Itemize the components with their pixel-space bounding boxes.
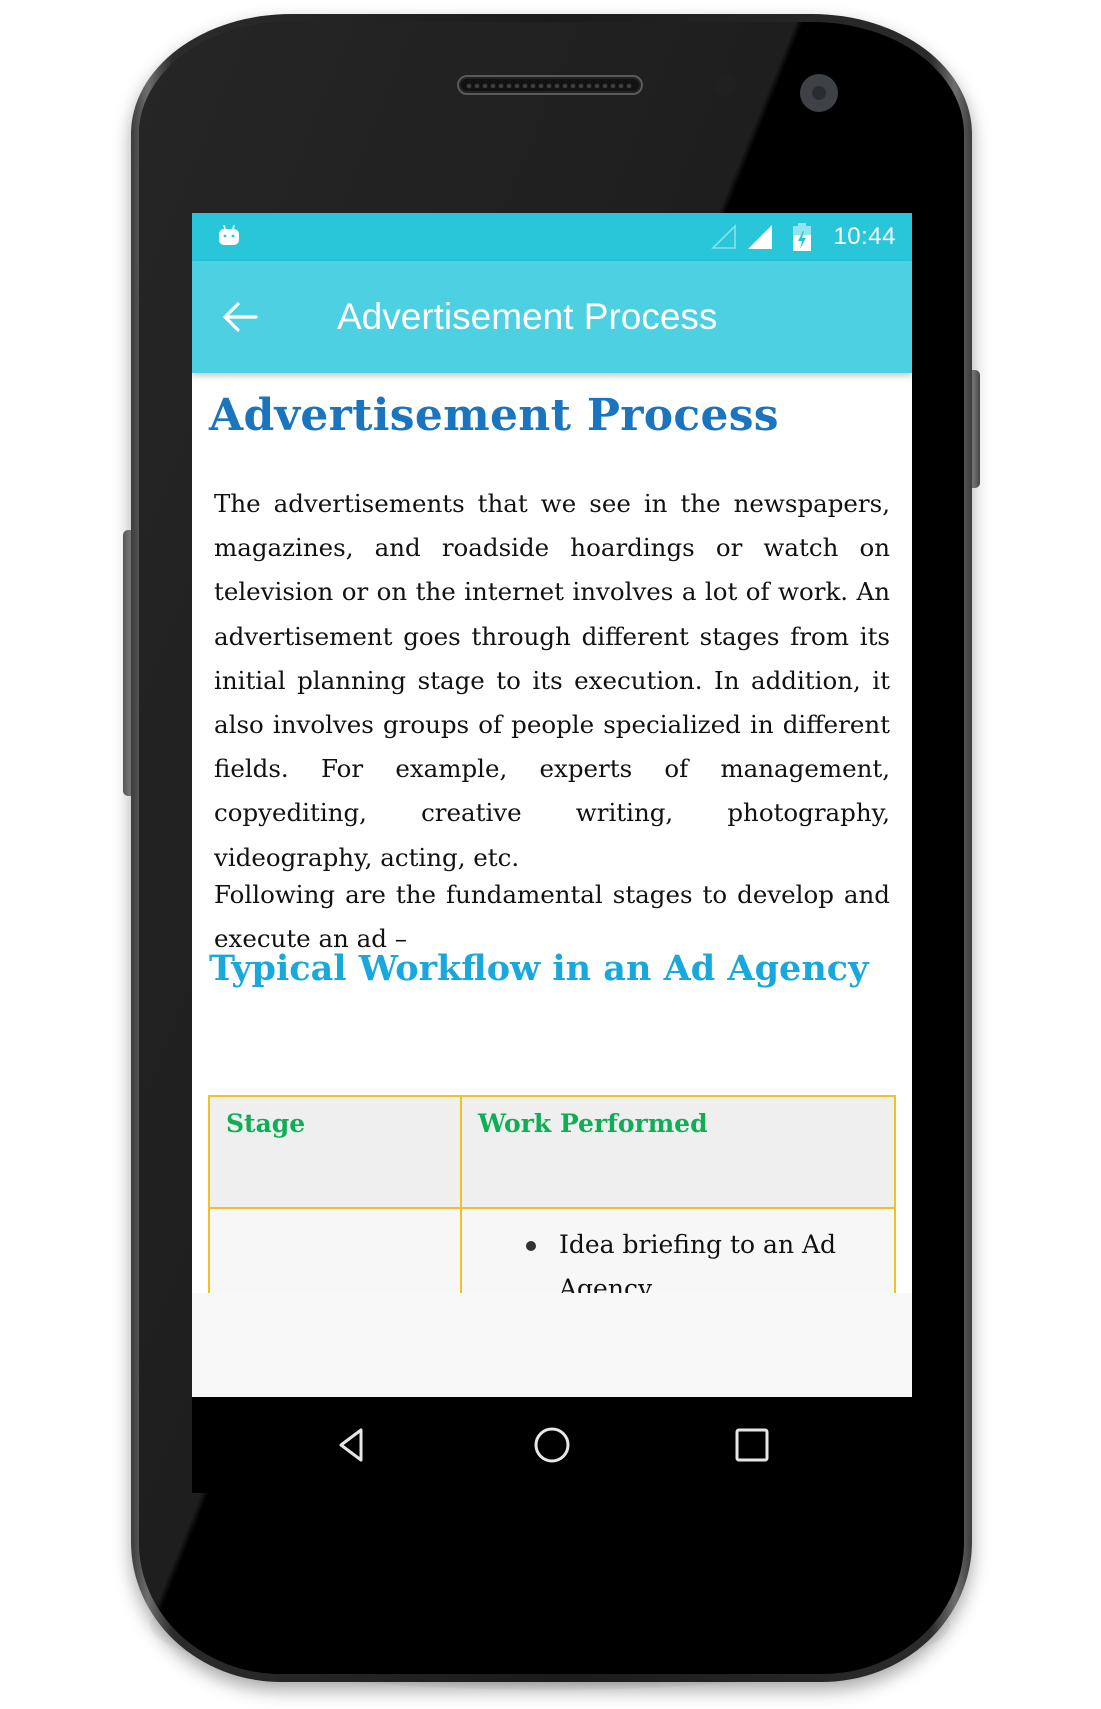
status-time: 10:44	[833, 223, 896, 250]
table-header-work: Work Performed	[460, 1095, 896, 1209]
signal-empty-icon	[711, 224, 737, 249]
android-debug-icon	[219, 225, 239, 245]
list-item: Idea briefing to an Ad Agency	[526, 1223, 878, 1293]
navigation-bar	[192, 1397, 912, 1493]
battery-charging-icon	[793, 223, 812, 251]
toolbar-title: Advertisement Process	[337, 296, 718, 337]
nav-recents-icon[interactable]	[732, 1425, 772, 1465]
earpiece-speaker	[457, 75, 643, 95]
status-bar: 10:44	[192, 213, 912, 261]
workflow-table: Stage Work Performed Idea briefing to an…	[208, 1095, 896, 1293]
table-header-row: Stage Work Performed	[208, 1095, 896, 1209]
phone-screen: 10:44 Advertisement Process Advertisemen…	[192, 213, 912, 1493]
table-row: Idea briefing to an Ad Agency	[208, 1207, 896, 1293]
table-cell-work: Idea briefing to an Ad Agency	[460, 1207, 896, 1293]
front-camera	[800, 74, 838, 112]
signal-full-icon	[748, 225, 773, 249]
proximity-sensor	[665, 79, 700, 94]
page-title: Advertisement Process	[209, 390, 779, 441]
table-cell-stage	[208, 1207, 462, 1293]
nav-home-icon[interactable]	[532, 1425, 572, 1465]
arrow-left-icon[interactable]	[220, 299, 260, 335]
app-toolbar: Advertisement Process	[192, 261, 912, 373]
intro-paragraph: The advertisements that we see in the ne…	[214, 489, 890, 872]
work-list: Idea briefing to an Ad Agency	[526, 1223, 878, 1293]
table-header-stage: Stage	[208, 1095, 462, 1209]
article-content[interactable]: Advertisement Process The advertisements…	[192, 373, 912, 1293]
nav-back-icon[interactable]	[332, 1425, 372, 1465]
section-title: Typical Workflow in an Ad Agency	[209, 948, 869, 989]
light-sensor	[715, 75, 736, 96]
